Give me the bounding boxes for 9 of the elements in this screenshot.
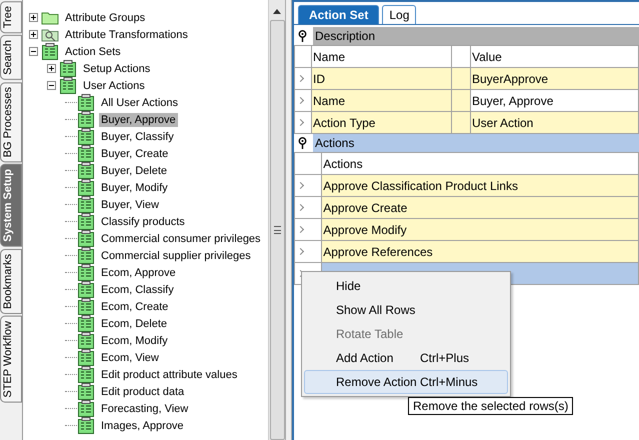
table-cell: User Action (470, 112, 638, 134)
tooltip: Remove the selected rows(s) (408, 397, 574, 415)
section-title: Description (313, 27, 639, 45)
table-cell: Action Type (312, 112, 452, 134)
table-cell: BuyerApprove (470, 68, 638, 90)
table-cell: ID (312, 68, 452, 90)
section-title: Actions (313, 134, 639, 152)
table-cell: Name (312, 90, 452, 112)
table-cell: Buyer, Approve (470, 90, 638, 112)
